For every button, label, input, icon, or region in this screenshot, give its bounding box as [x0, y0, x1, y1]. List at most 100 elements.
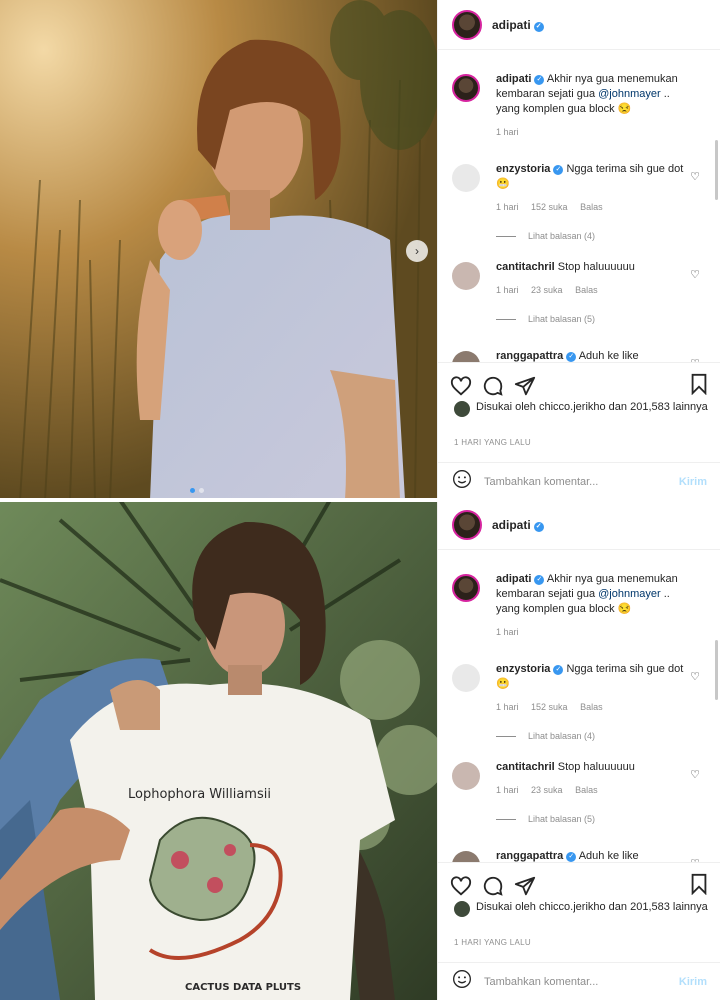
comment-input[interactable]: Tambahkan komentar...: [484, 976, 679, 988]
emoji-icon[interactable]: [452, 969, 472, 994]
header-username[interactable]: adipati ✓: [492, 518, 544, 532]
add-comment-bar: Tambahkan komentar... Kirim: [438, 462, 720, 500]
likes-summary[interactable]: Disukai oleh chicco.jerikho dan 201,583 …: [454, 900, 710, 917]
comment-icon[interactable]: [482, 875, 504, 897]
avatar[interactable]: [452, 164, 480, 192]
comment-time: 1 hari: [496, 285, 519, 295]
liked-by-username[interactable]: chicco.jerikho: [539, 401, 606, 413]
heart-icon[interactable]: [450, 875, 472, 897]
header-username[interactable]: adipati ✓: [492, 18, 544, 32]
avatar[interactable]: [452, 574, 480, 602]
post-comment-button[interactable]: Kirim: [679, 476, 707, 488]
comment-like-count[interactable]: 23 suka: [531, 285, 563, 295]
comment-like-count[interactable]: 23 suka: [531, 785, 563, 795]
carousel-dot: [199, 488, 204, 493]
comments-scrollbar[interactable]: [715, 640, 718, 700]
comment-text: Stop haluuuuuu: [557, 261, 635, 273]
divider: [496, 736, 516, 737]
comment-username[interactable]: ranggapattra: [496, 350, 563, 362]
bookmark-icon[interactable]: [689, 373, 709, 400]
caption: adipati ✓ Akhir nya gua menemukan kembara…: [438, 572, 714, 640]
comment-like-count[interactable]: 152 suka: [531, 202, 568, 212]
reply-button[interactable]: Balas: [580, 202, 603, 212]
avatar[interactable]: [452, 509, 482, 540]
divider: [496, 319, 516, 320]
comment-icon[interactable]: [482, 375, 504, 397]
comments-list[interactable]: adipati ✓ Akhir nya gua menemukan kembara…: [438, 58, 714, 362]
caption-meta: 1 hari: [496, 125, 684, 140]
caption-meta: 1 hari: [496, 625, 684, 640]
post-comment-button[interactable]: Kirim: [679, 976, 707, 988]
post-timestamp[interactable]: 1 HARI YANG LALU: [454, 938, 531, 947]
comment-item: ♡ ranggapattra✓ Aduh ke like: [438, 349, 714, 362]
heart-icon[interactable]: [450, 375, 472, 397]
avatar[interactable]: [452, 762, 480, 790]
add-comment-bar: Tambahkan komentar... Kirim: [438, 962, 720, 1000]
view-replies-button[interactable]: Lihat balasan (4): [496, 229, 684, 244]
comment-meta: 1 hari 23 suka Balas: [496, 783, 684, 798]
like-comment-icon[interactable]: ♡: [690, 670, 700, 685]
avatar: [454, 901, 470, 917]
likes-count[interactable]: dan 201,583 lainnya: [606, 401, 708, 413]
emoji-icon[interactable]: [452, 469, 472, 494]
comments-scrollbar[interactable]: [715, 140, 718, 200]
comment-username[interactable]: cantitachril: [496, 261, 555, 273]
verified-icon: ✓: [534, 575, 545, 585]
comment-item: ♡ enzystoria ✓ Ngga terima sih gue dot 😬 1…: [438, 662, 714, 744]
verified-icon: ✓: [553, 165, 564, 175]
caption: adipati ✓ Akhir nya gua menemukan kembara…: [438, 72, 714, 140]
post-photo-1[interactable]: ›: [0, 0, 437, 500]
view-replies-button[interactable]: Lihat balasan (5): [496, 312, 684, 327]
caption-mention-link[interactable]: @johnmayer: [598, 88, 661, 100]
avatar[interactable]: [452, 262, 480, 290]
post-photo-2[interactable]: Lophophora Williamsii CACTUS DATA PLUTS: [0, 500, 437, 1000]
like-comment-icon[interactable]: ♡: [690, 268, 700, 283]
photo-2-image: Lophophora Williamsii CACTUS DATA PLUTS: [0, 500, 437, 1000]
comment-time: 1 hari: [496, 202, 519, 212]
like-comment-icon[interactable]: ♡: [690, 170, 700, 185]
caption-username[interactable]: adipati: [496, 573, 531, 585]
like-comment-icon[interactable]: ♡: [690, 768, 700, 783]
avatar[interactable]: [452, 74, 480, 102]
shirt-text-2: CACTUS DATA PLUTS: [185, 982, 301, 993]
liked-by-username[interactable]: chicco.jerikho: [539, 901, 606, 913]
comment-input[interactable]: Tambahkan komentar...: [484, 476, 679, 488]
divider: [496, 819, 516, 820]
comments-list[interactable]: adipati ✓ Akhir nya gua menemukan kembara…: [438, 558, 714, 862]
comment-emoji: 😬: [496, 178, 510, 190]
caption-emoji: 😒: [617, 103, 632, 115]
post-header: adipati ✓: [438, 0, 720, 50]
verified-icon: ✓: [534, 75, 545, 85]
caption-username[interactable]: adipati: [496, 73, 531, 85]
reply-button[interactable]: Balas: [580, 702, 603, 712]
avatar[interactable]: [452, 351, 480, 362]
post-timestamp[interactable]: 1 HARI YANG LALU: [454, 438, 531, 447]
comment-meta: 1 hari 152 suka Balas: [496, 700, 684, 715]
caption-mention-link[interactable]: @johnmayer: [598, 588, 661, 600]
view-replies-label: Lihat balasan (5): [528, 314, 596, 324]
comment-text: Ngga terima sih gue dot: [566, 163, 684, 175]
verified-icon: ✓: [566, 352, 577, 362]
avatar[interactable]: [452, 9, 482, 40]
view-replies-button[interactable]: Lihat balasan (5): [496, 812, 684, 827]
comment-like-count[interactable]: 152 suka: [531, 702, 568, 712]
view-replies-button[interactable]: Lihat balasan (4): [496, 729, 684, 744]
share-icon[interactable]: [514, 875, 536, 897]
bookmark-icon[interactable]: [689, 873, 709, 900]
comment-username[interactable]: enzystoria: [496, 663, 550, 675]
likes-count[interactable]: dan 201,583 lainnya: [606, 901, 708, 913]
comment-username[interactable]: enzystoria: [496, 163, 550, 175]
comment-username[interactable]: ranggapattra: [496, 850, 563, 862]
comment-item: ♡ cantitachril Stop haluuuuuu 1 hari 23 …: [438, 260, 714, 327]
next-photo-button[interactable]: ›: [406, 240, 428, 262]
reply-button[interactable]: Balas: [575, 785, 598, 795]
carousel-dots: [190, 488, 204, 493]
share-icon[interactable]: [514, 375, 536, 397]
likes-summary[interactable]: Disukai oleh chicco.jerikho dan 201,583 …: [454, 400, 710, 417]
avatar[interactable]: [452, 664, 480, 692]
avatar[interactable]: [452, 851, 480, 862]
shirt-text-1: Lophophora Williamsii: [128, 787, 271, 802]
view-replies-label: Lihat balasan (4): [528, 731, 596, 741]
comment-username[interactable]: cantitachril: [496, 761, 555, 773]
reply-button[interactable]: Balas: [575, 285, 598, 295]
